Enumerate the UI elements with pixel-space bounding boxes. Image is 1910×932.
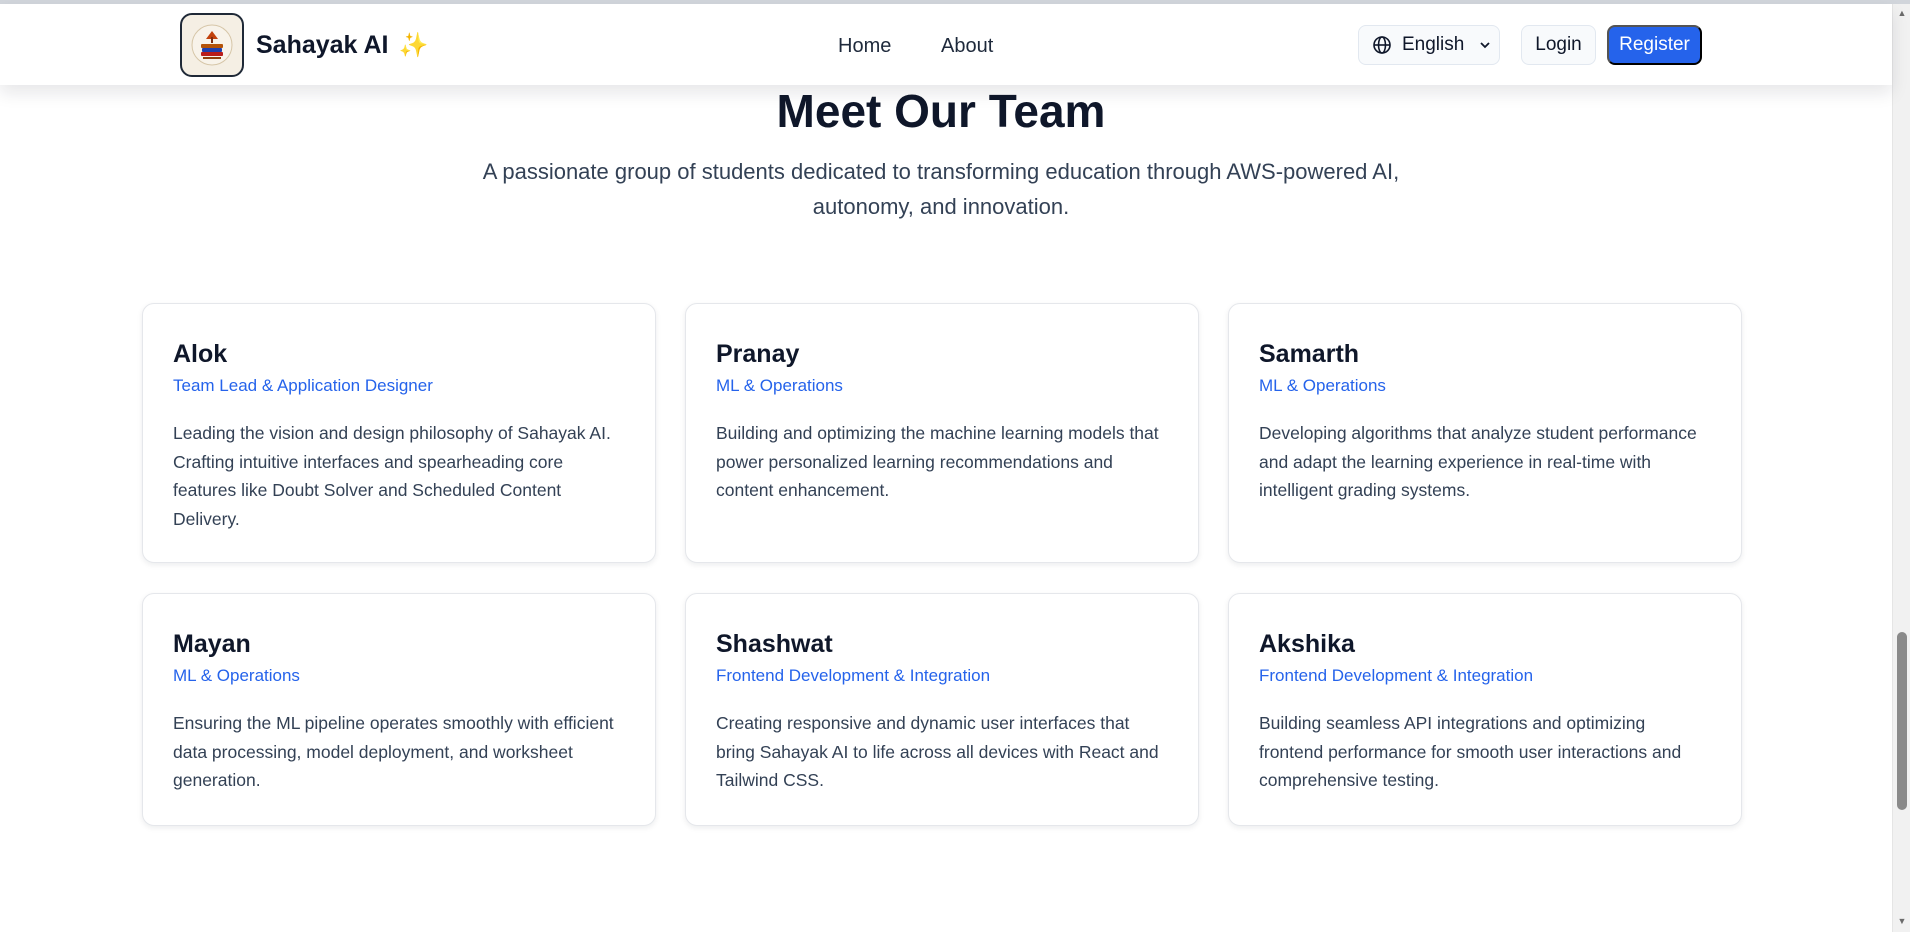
globe-icon	[1373, 36, 1391, 54]
member-description: Ensuring the ML pipeline operates smooth…	[173, 713, 614, 790]
nav-about-link[interactable]: About	[941, 35, 993, 58]
member-role: ML & Operations	[716, 376, 843, 395]
chevron-down-icon	[1480, 42, 1490, 49]
member-name: Shashwat	[716, 630, 833, 658]
member-role: Team Lead & Application Designer	[173, 376, 433, 395]
member-name: Samarth	[1259, 340, 1360, 368]
member-name: Mayan	[173, 630, 251, 658]
team-member-card: Alok Team Lead & Application Designer Le…	[142, 303, 656, 563]
team-member-card: Samarth ML & Operations Developing algor…	[1228, 303, 1742, 563]
nav-home-link[interactable]: Home	[838, 35, 891, 58]
team-section-title: Meet Our Team	[776, 85, 1106, 137]
member-description: Creating responsive and dynamic user int…	[716, 713, 1159, 790]
language-label: English	[1402, 34, 1465, 55]
team-section-subtitle: A passionate group of students dedicated…	[482, 159, 1400, 219]
language-selector[interactable]: English	[1358, 25, 1500, 65]
member-role: ML & Operations	[1259, 376, 1386, 395]
member-description: Building and optimizing the machine lear…	[716, 423, 1159, 500]
book-stack-logo-icon	[191, 24, 233, 66]
brand[interactable]: Sahayak AI ✨	[256, 31, 428, 60]
member-name: Alok	[173, 340, 228, 368]
member-description: Building seamless API integrations and o…	[1259, 713, 1682, 790]
scroll-down-arrow-icon[interactable]: ▼	[1897, 916, 1907, 926]
site-header: Sahayak AI ✨ Home About English Login Re…	[0, 4, 1892, 85]
logo[interactable]	[180, 13, 244, 77]
team-member-card: Akshika Frontend Development & Integrati…	[1228, 593, 1742, 826]
scrollbar-thumb[interactable]	[1897, 632, 1907, 810]
member-role: Frontend Development & Integration	[1259, 666, 1534, 685]
team-member-card: Pranay ML & Operations Building and opti…	[685, 303, 1199, 563]
login-button[interactable]: Login	[1521, 25, 1596, 65]
page-scrollbar[interactable]: ▲ ▼	[1892, 4, 1910, 932]
member-role: ML & Operations	[173, 666, 300, 685]
register-button[interactable]: Register	[1607, 25, 1702, 65]
member-name: Pranay	[716, 340, 800, 368]
member-name: Akshika	[1259, 630, 1355, 658]
scroll-up-arrow-icon[interactable]: ▲	[1897, 8, 1907, 18]
member-role: Frontend Development & Integration	[716, 666, 991, 685]
brand-name: Sahayak AI	[256, 31, 389, 59]
sparkle-icon: ✨	[398, 32, 429, 59]
member-description: Leading the vision and design philosophy…	[173, 423, 611, 529]
member-description: Developing algorithms that analyze stude…	[1259, 423, 1697, 500]
team-member-card: Shashwat Frontend Development & Integrat…	[685, 593, 1199, 826]
team-member-card: Mayan ML & Operations Ensuring the ML pi…	[142, 593, 656, 826]
